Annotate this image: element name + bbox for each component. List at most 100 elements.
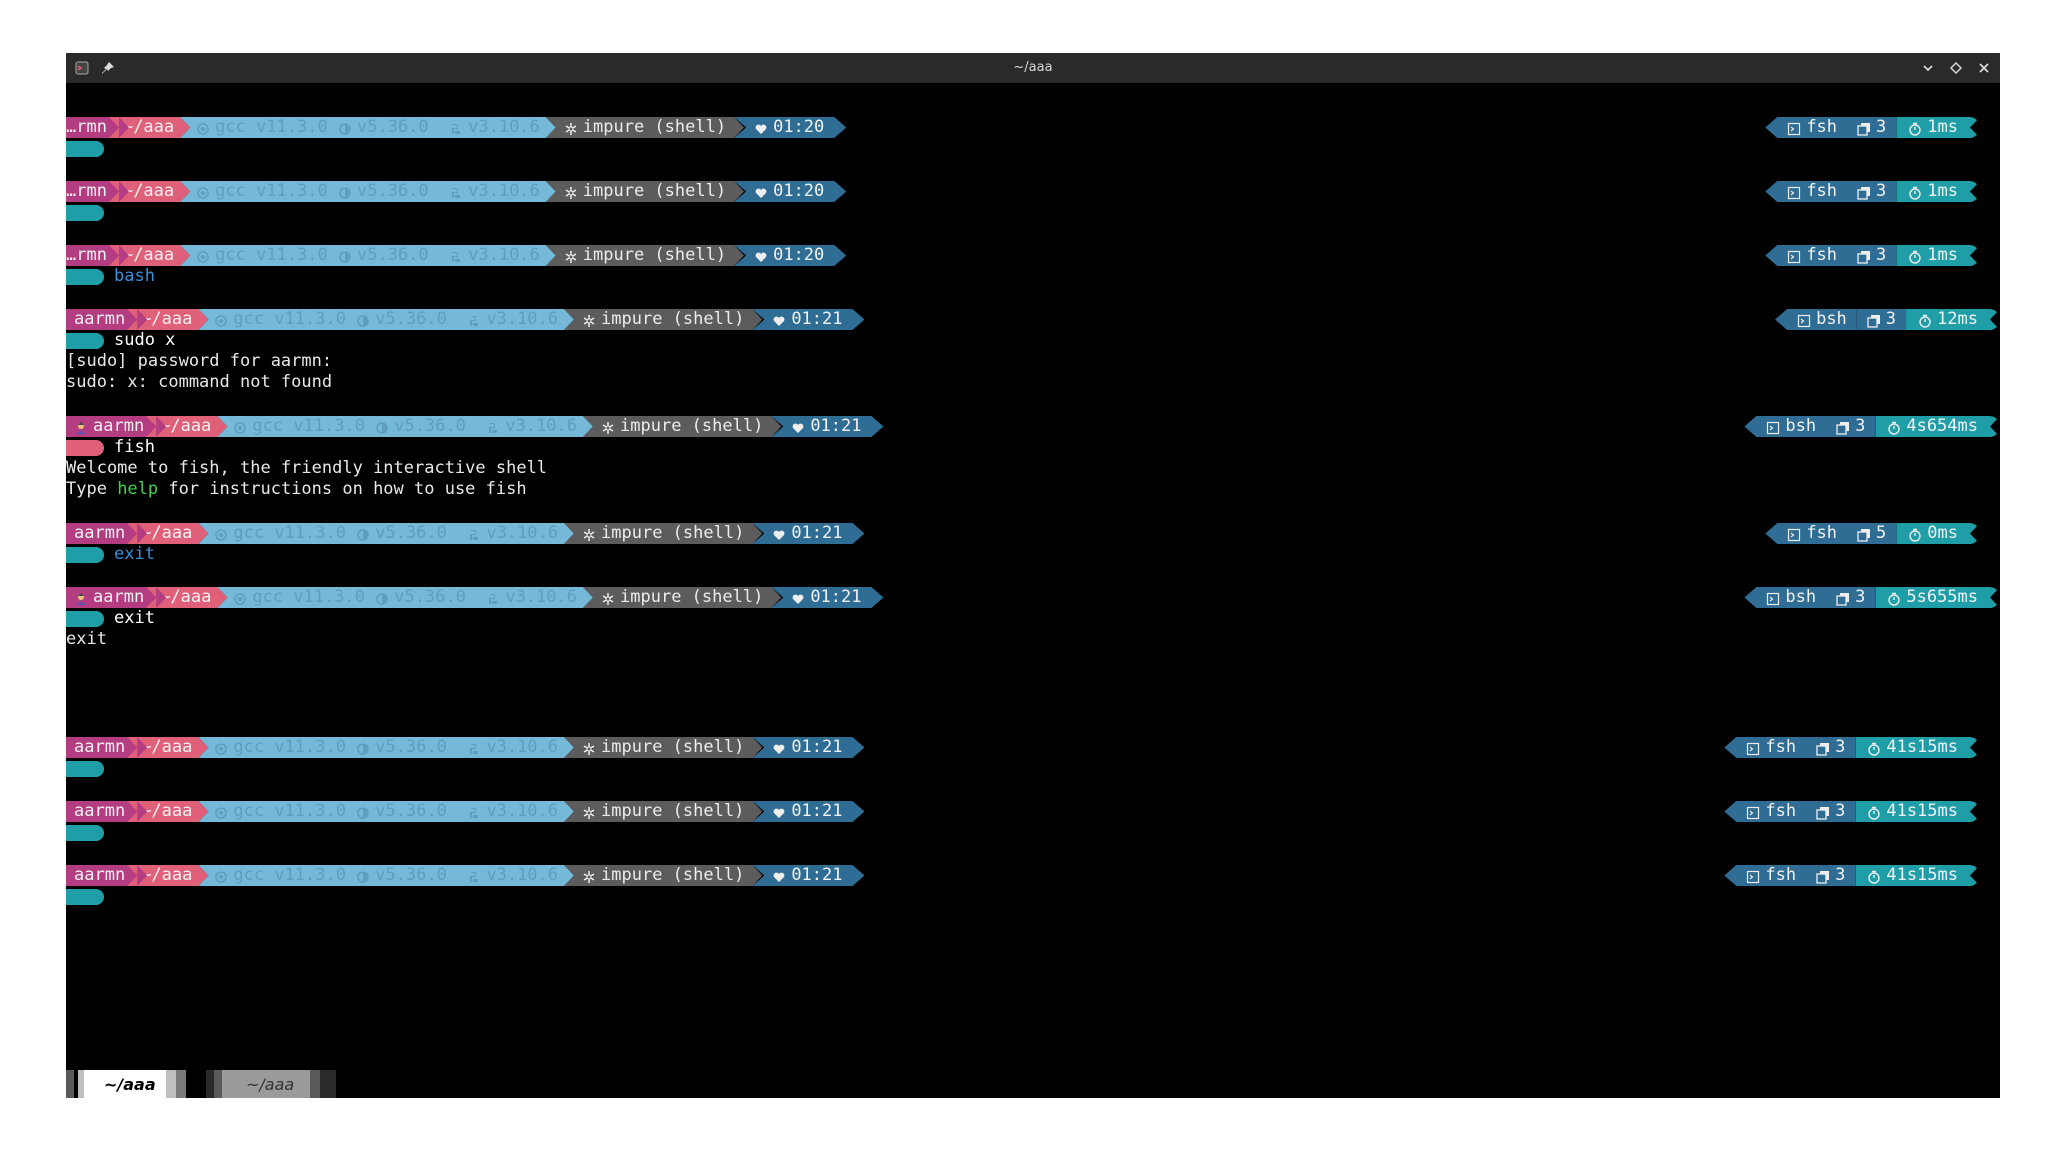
command-line[interactable] bbox=[66, 822, 2000, 843]
powerline-left: …rmn ~/aaa gcc v11.3.0 v5.36.0 v3.10.6 impu… bbox=[66, 117, 846, 138]
clock-time: 01:21 bbox=[791, 309, 843, 329]
segment-shell: fsh bbox=[1765, 181, 1848, 202]
python-icon bbox=[467, 869, 481, 883]
job-count: 3 bbox=[1885, 309, 1897, 329]
command-line[interactable]: fish bbox=[66, 437, 2000, 458]
segment-clock: 01:21 bbox=[752, 865, 864, 886]
maximize-diamond-icon[interactable] bbox=[1946, 58, 1966, 78]
directory-path: ~/aaa bbox=[122, 181, 175, 201]
perl-version: v5.36.0 bbox=[356, 181, 429, 201]
segment-nix-shell: impure (shell) bbox=[564, 737, 762, 758]
command-text[interactable]: bash bbox=[114, 266, 155, 287]
tab-inactive[interactable]: ~/aaa bbox=[206, 1070, 336, 1098]
user-name: aarmn bbox=[93, 587, 145, 607]
prompt-input[interactable] bbox=[66, 758, 114, 779]
prompt-line: aarmn ~/aaa gcc v11.3.0 v5.36.0 v3.10.6 imp… bbox=[66, 737, 2000, 758]
segment-nix-shell: impure (shell) bbox=[546, 181, 744, 202]
powerline-left: aarmn ~/aaa gcc v11.3.0 v5.36.0 v3.10.6 imp… bbox=[66, 309, 865, 330]
shell-name: fsh bbox=[1765, 737, 1797, 757]
tab-active[interactable]: ~/aaa bbox=[66, 1070, 196, 1098]
gcc-version: gcc v11.3.0 bbox=[215, 181, 328, 201]
stack-icon bbox=[1836, 591, 1850, 606]
gcc-version: gcc v11.3.0 bbox=[233, 309, 346, 329]
powerline-right: fsh 3 1ms bbox=[1765, 181, 1980, 202]
python-icon bbox=[467, 527, 481, 541]
gcc-version: gcc v11.3.0 bbox=[215, 117, 328, 137]
python-version: v3.10.6 bbox=[505, 416, 578, 436]
prompt-input[interactable]: exit bbox=[66, 544, 155, 565]
directory-path: ~/aaa bbox=[122, 117, 175, 137]
job-count: 3 bbox=[1876, 181, 1887, 201]
gcc-icon bbox=[214, 313, 228, 327]
segment-nix-shell: impure (shell) bbox=[564, 523, 762, 544]
job-count: 3 bbox=[1835, 801, 1846, 821]
stack-icon bbox=[1857, 121, 1871, 136]
command-duration: 41s15ms bbox=[1886, 801, 1958, 821]
command-text[interactable]: fish bbox=[114, 437, 155, 458]
directory-path: ~/aaa bbox=[141, 801, 193, 821]
prompt-input[interactable] bbox=[66, 822, 114, 843]
nix-snowflake-icon bbox=[601, 420, 615, 434]
shell-prompt-icon bbox=[1787, 121, 1801, 135]
prompt-input[interactable] bbox=[66, 202, 114, 223]
segment-toolchain: gcc v11.3.0 v5.36.0 v3.10.6 bbox=[198, 309, 574, 330]
close-icon[interactable] bbox=[1974, 58, 1994, 78]
prompt-ok-indicator bbox=[66, 610, 104, 627]
command-line[interactable] bbox=[66, 202, 2000, 223]
command-text[interactable]: exit bbox=[114, 608, 155, 629]
gcc-icon bbox=[196, 185, 210, 199]
segment-jobs: 3 bbox=[1826, 587, 1876, 608]
prompt-input[interactable]: bash bbox=[66, 266, 155, 287]
python-version: v3.10.6 bbox=[468, 117, 540, 137]
powerline-left: …rmn ~/aaa gcc v11.3.0 v5.36.0 v3.10.6 impu… bbox=[66, 245, 846, 266]
prompt-input[interactable] bbox=[66, 886, 114, 907]
prompt-input[interactable]: fish bbox=[66, 437, 155, 458]
clock-time: 01:21 bbox=[791, 523, 843, 543]
python-icon bbox=[449, 185, 463, 199]
segment-toolchain: gcc v11.3.0 v5.36.0 v3.10.6 bbox=[217, 587, 593, 608]
command-text[interactable]: sudo x bbox=[114, 330, 175, 351]
nix-shell-status: impure (shell) bbox=[620, 416, 764, 436]
perl-version: v5.36.0 bbox=[375, 309, 447, 329]
stopwatch-icon bbox=[1867, 741, 1881, 755]
perl-icon bbox=[356, 313, 370, 327]
stack-icon bbox=[1867, 313, 1881, 328]
prompt-input[interactable]: sudo x bbox=[66, 330, 175, 351]
command-line[interactable] bbox=[66, 758, 2000, 779]
segment-duration: 41s15ms bbox=[1855, 865, 1980, 886]
segment-duration: 1ms bbox=[1896, 245, 1980, 266]
command-text[interactable]: exit bbox=[114, 544, 155, 565]
segment-jobs: 3 bbox=[1806, 801, 1856, 822]
directory-path: ~/aaa bbox=[160, 416, 212, 436]
command-line[interactable]: exit bbox=[66, 544, 2000, 565]
directory-path: ~/aaa bbox=[122, 245, 175, 265]
user-name: …rmn bbox=[66, 117, 107, 137]
prompt-ok-indicator bbox=[66, 140, 104, 157]
gcc-icon bbox=[196, 249, 210, 263]
perl-icon bbox=[338, 249, 352, 263]
gcc-version: gcc v11.3.0 bbox=[233, 801, 346, 821]
minimize-chevron-icon[interactable] bbox=[1918, 58, 1938, 78]
perl-icon bbox=[356, 869, 370, 883]
terminal-body[interactable]: …rmn ~/aaa gcc v11.3.0 v5.36.0 v3.10.6 impu… bbox=[66, 83, 2000, 1070]
gcc-version: gcc v11.3.0 bbox=[233, 523, 346, 543]
help-command-link[interactable]: help bbox=[117, 479, 158, 499]
command-line[interactable]: exit bbox=[66, 608, 2000, 629]
prompt-input[interactable] bbox=[66, 138, 114, 159]
command-duration: 41s15ms bbox=[1886, 737, 1958, 757]
shell-name: fsh bbox=[1765, 801, 1797, 821]
avatar-icon bbox=[74, 420, 88, 434]
command-duration: 12ms bbox=[1937, 309, 1978, 329]
segment-shell: fsh bbox=[1765, 523, 1848, 544]
segment-clock: 01:21 bbox=[771, 416, 883, 437]
command-duration: 0ms bbox=[1927, 523, 1958, 543]
command-line[interactable]: bash bbox=[66, 266, 2000, 287]
segment-toolchain: gcc v11.3.0 v5.36.0 v3.10.6 bbox=[198, 801, 574, 822]
segment-clock: 01:21 bbox=[752, 737, 864, 758]
command-line[interactable] bbox=[66, 886, 2000, 907]
user-name: aarmn bbox=[74, 737, 126, 757]
prompt-input[interactable]: exit bbox=[66, 608, 155, 629]
perl-icon bbox=[356, 527, 370, 541]
command-line[interactable] bbox=[66, 138, 2000, 159]
command-line[interactable]: sudo x bbox=[66, 330, 2000, 351]
